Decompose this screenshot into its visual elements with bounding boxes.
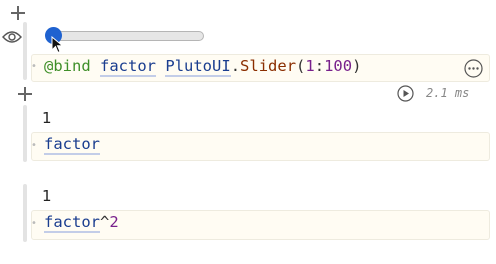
play-circle-icon[interactable] xyxy=(397,85,414,102)
add-cell-above-icon[interactable] xyxy=(11,6,25,20)
line-marker: • xyxy=(31,61,37,72)
line-marker: • xyxy=(31,218,37,229)
cell-2-code[interactable]: factor xyxy=(44,135,100,155)
paren-close-token: ) xyxy=(352,57,362,75)
runtime-label: 2.1 ms xyxy=(426,86,470,100)
colon-token: : xyxy=(314,57,325,75)
function-token: Slider xyxy=(240,57,297,75)
variable-token: factor xyxy=(100,57,157,77)
cell-1-code[interactable]: @bind factor PlutoUI.Slider(1:100) xyxy=(44,57,362,77)
number-token: 2 xyxy=(109,213,119,231)
cell-3-left-bar[interactable] xyxy=(23,184,27,242)
variable-token: factor xyxy=(44,213,100,233)
variable-token: factor xyxy=(44,135,100,155)
cell-1-left-bar[interactable] xyxy=(23,22,27,80)
cell-2-output: 1 xyxy=(42,109,52,127)
dot-token: . xyxy=(230,57,241,75)
arrow-cursor-icon xyxy=(51,36,64,54)
eye-icon[interactable] xyxy=(2,30,22,44)
module-token: PlutoUI xyxy=(165,57,231,77)
line-marker: • xyxy=(31,140,37,151)
paren-open-token: ( xyxy=(296,57,306,75)
cell-3-code[interactable]: factor^2 xyxy=(44,213,119,233)
range-start-token: 1 xyxy=(305,57,315,75)
macro-token: @bind xyxy=(44,57,91,75)
slider-track[interactable] xyxy=(46,31,204,41)
range-end-token: 100 xyxy=(324,57,353,75)
cell-2-left-bar[interactable] xyxy=(23,105,27,162)
cell-3-output: 1 xyxy=(42,187,52,205)
ellipsis-circle-icon[interactable] xyxy=(464,59,483,78)
add-cell-icon[interactable] xyxy=(18,87,32,101)
operator-token: ^ xyxy=(100,213,110,231)
